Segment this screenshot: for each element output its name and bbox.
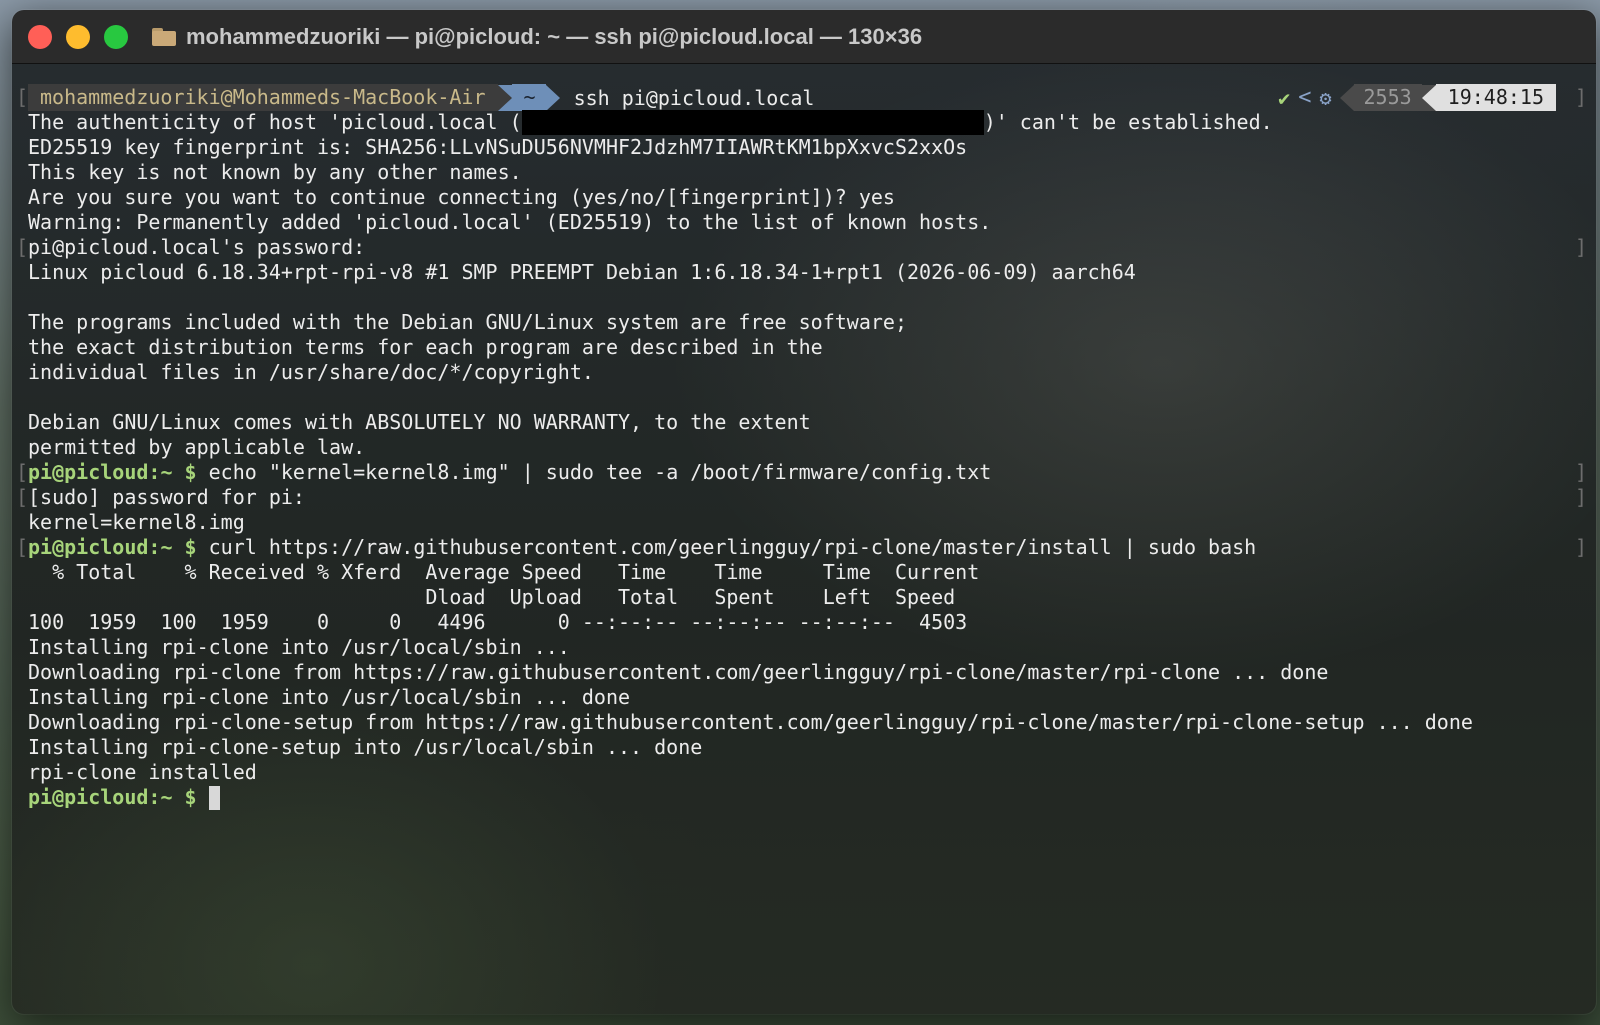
powerline-separator — [545, 84, 560, 111]
output-line: Installing rpi-clone-setup into /usr/loc… — [28, 735, 703, 759]
curl-progress: 100 1959 100 1959 0 0 4496 0 --:--:-- --… — [28, 610, 968, 634]
gear-icon: ⚙ — [1319, 85, 1332, 110]
ssh-command: ssh pi@picloud.local — [573, 85, 815, 110]
output-line: Installing rpi-clone into /usr/local/sbi… — [28, 685, 631, 709]
left-bracket: [ — [16, 85, 29, 109]
prompt-status: ✔ < ⚙ 2553 19:48:15 — [1278, 84, 1556, 111]
powerline-separator — [1421, 84, 1436, 111]
current-prompt[interactable]: pi@picloud:~ $ — [28, 785, 220, 810]
output-line: pi@picloud.local's password: — [28, 235, 366, 259]
local-prompt: mohammedzuoriki@Mohammeds-MacBook-Air ~ … — [28, 84, 814, 111]
command-line: pi@picloud:~ $ echo "kernel=kernel8.img"… — [28, 460, 992, 484]
curl-header: % Total % Received % Xferd Average Speed… — [28, 560, 980, 584]
output-line: [sudo] password for pi: — [28, 485, 305, 509]
left-bracket: [ — [16, 535, 29, 559]
minimize-button[interactable] — [66, 25, 90, 49]
command-text: curl https://raw.githubusercontent.com/g… — [196, 535, 1257, 559]
right-bracket: ] — [1575, 485, 1588, 509]
output-line: The authenticity of host 'picloud.local … — [28, 110, 1273, 135]
right-bracket: ] — [1575, 460, 1588, 484]
command-text: echo "kernel=kernel8.img" | sudo tee -a … — [196, 460, 992, 484]
remote-prompt-user: pi@picloud — [28, 785, 149, 809]
prompt-user-host: mohammedzuoriki@Mohammeds-MacBook-Air — [28, 84, 498, 111]
left-bracket: [ — [16, 235, 29, 259]
traffic-lights — [28, 25, 128, 49]
output-line: rpi-clone installed — [28, 760, 257, 784]
remote-prompt-user: pi@picloud — [28, 535, 149, 559]
powerline-separator — [497, 84, 512, 111]
powerline-separator — [1339, 84, 1354, 111]
output-line: ED25519 key fingerprint is: SHA256:LLvNS… — [28, 135, 968, 159]
output-line: the exact distribution terms for each pr… — [28, 335, 823, 359]
right-bracket: ] — [1575, 235, 1588, 259]
command-line: pi@picloud:~ $ curl https://raw.githubus… — [28, 535, 1257, 559]
output-line: Are you sure you want to continue connec… — [28, 185, 895, 209]
output-line: Downloading rpi-clone from https://raw.g… — [28, 660, 1329, 684]
output-line: Linux picloud 6.18.34+rpt-rpi-v8 #1 SMP … — [28, 260, 1136, 284]
output-line: Installing rpi-clone into /usr/local/sbi… — [28, 635, 570, 659]
output-line: individual files in /usr/share/doc/*/cop… — [28, 360, 594, 384]
left-bracket: [ — [16, 460, 29, 484]
folder-icon — [152, 27, 176, 46]
output-line: This key is not known by any other names… — [28, 160, 522, 184]
output-line: Debian GNU/Linux comes with ABSOLUTELY N… — [28, 410, 811, 434]
maximize-button[interactable] — [104, 25, 128, 49]
redacted-address — [521, 110, 984, 135]
output-line: Downloading rpi-clone-setup from https:/… — [28, 710, 1473, 734]
terminal-content[interactable]: [ mohammedzuoriki@Mohammeds-MacBook-Air … — [12, 64, 1596, 1014]
output-line: Warning: Permanently added 'picloud.loca… — [28, 210, 992, 234]
output-line: The programs included with the Debian GN… — [28, 310, 907, 334]
clock: 19:48:15 — [1435, 84, 1556, 111]
output-line: permitted by applicable law. — [28, 435, 366, 459]
prompt-directory: ~ — [511, 84, 546, 111]
remote-prompt-user: pi@picloud — [28, 460, 149, 484]
left-bracket: [ — [16, 485, 29, 509]
window-title: mohammedzuoriki — pi@picloud: ~ — ssh pi… — [186, 23, 923, 49]
check-icon: ✔ — [1278, 85, 1291, 110]
output-line: kernel=kernel8.img — [28, 510, 245, 534]
curl-header: Dload Upload Total Spent Left Speed — [28, 585, 956, 609]
title-bar[interactable]: mohammedzuoriki — pi@picloud: ~ — ssh pi… — [12, 10, 1596, 64]
history-count: 2553 — [1353, 84, 1422, 111]
text-cursor[interactable] — [208, 786, 220, 810]
terminal-window[interactable]: mohammedzuoriki — pi@picloud: ~ — ssh pi… — [12, 10, 1596, 1014]
right-bracket: ] — [1575, 535, 1588, 559]
right-bracket: ] — [1575, 85, 1588, 109]
close-button[interactable] — [28, 25, 52, 49]
chevron-left-icon: < — [1298, 85, 1312, 110]
